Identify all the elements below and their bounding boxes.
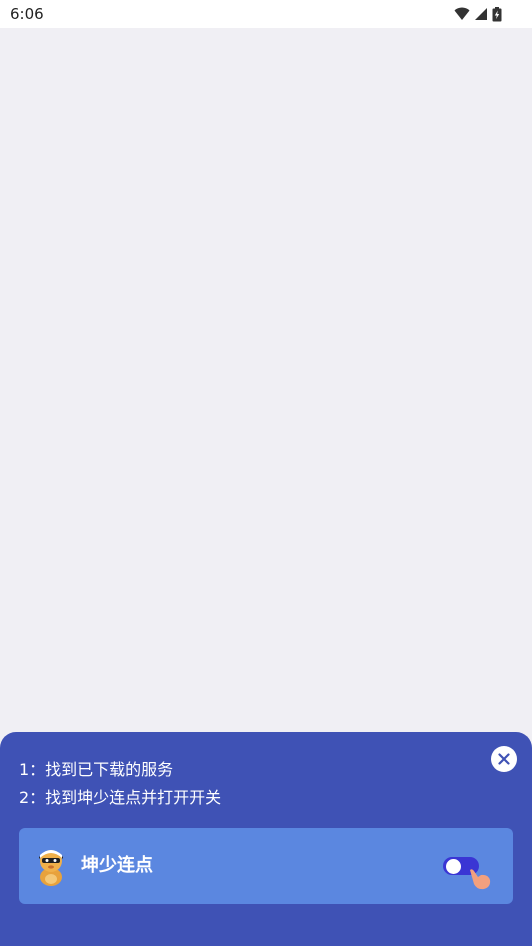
service-name: 坤少连点: [81, 855, 153, 876]
guide-sheet: 1：找到已下载的服务 2：找到坤少连点并打开开关 坤少连点: [0, 732, 532, 946]
close-button[interactable]: [491, 746, 517, 772]
instruction-step-1: 1：找到已下载的服务: [19, 760, 174, 779]
status-time: 6:06: [10, 5, 44, 23]
content-area: [0, 28, 532, 732]
service-card[interactable]: 坤少连点: [19, 828, 513, 904]
status-icons: [454, 6, 502, 22]
toggle-knob: [446, 858, 461, 874]
battery-charging-icon: [492, 6, 502, 21]
app-avatar-icon: [39, 850, 63, 886]
status-bar: 6:06: [0, 0, 532, 28]
wifi-icon: [454, 7, 470, 20]
hand-pointer-icon: [470, 869, 491, 890]
instruction-step-2: 2：找到坤少连点并打开开关: [19, 788, 222, 807]
instruction-list: 1：找到已下载的服务 2：找到坤少连点并打开开关: [19, 756, 221, 812]
cellular-signal-icon: [475, 8, 487, 20]
close-icon: [498, 753, 510, 765]
